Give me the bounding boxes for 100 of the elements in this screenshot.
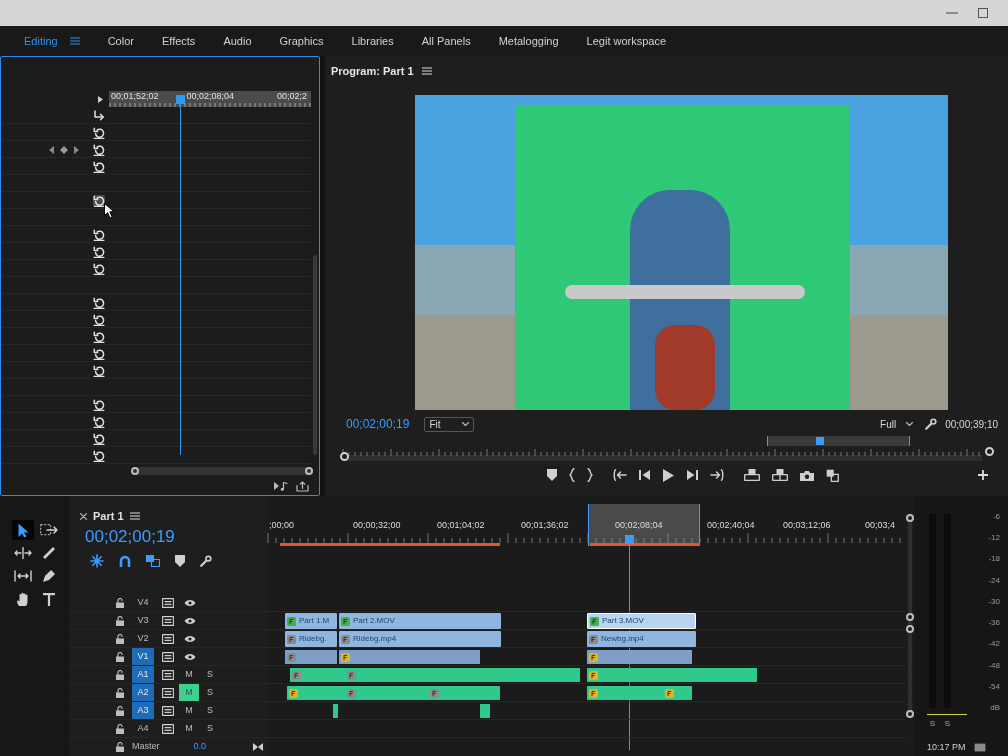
- track-toggle-icon[interactable]: [162, 687, 174, 698]
- scroll-handle[interactable]: [305, 467, 313, 475]
- audio-clip[interactable]: [287, 686, 345, 700]
- reset-icon[interactable]: [93, 262, 105, 275]
- solo-button[interactable]: S: [207, 703, 213, 718]
- track-toggle-icon[interactable]: [162, 723, 174, 734]
- workspace-tab[interactable]: Audio: [223, 32, 252, 50]
- go-to-out-icon[interactable]: [710, 469, 724, 481]
- video-clip[interactable]: [587, 650, 692, 664]
- compare-view-icon[interactable]: [826, 468, 839, 482]
- track-name[interactable]: V1: [132, 648, 154, 665]
- lock-icon[interactable]: [116, 687, 124, 698]
- step-forward-icon[interactable]: [686, 470, 698, 480]
- reset-icon[interactable]: [93, 347, 105, 360]
- workspace-tab[interactable]: Libraries: [351, 32, 394, 50]
- next-keyframe-icon[interactable]: [74, 145, 79, 154]
- reset-icon[interactable]: [93, 415, 105, 428]
- mark-in-icon[interactable]: [569, 468, 575, 482]
- solo-button[interactable]: S: [207, 685, 213, 700]
- track-name[interactable]: A3: [132, 702, 154, 719]
- reset-icon[interactable]: [93, 194, 105, 207]
- eye-icon[interactable]: [184, 652, 196, 661]
- reset-icon[interactable]: [93, 432, 105, 445]
- track-toggle-icon[interactable]: [162, 651, 174, 662]
- lift-icon[interactable]: [744, 469, 760, 481]
- lock-icon[interactable]: [116, 723, 124, 734]
- reset-icon[interactable]: [93, 245, 105, 258]
- lock-icon[interactable]: [116, 705, 124, 716]
- linked-selection-icon[interactable]: [146, 555, 160, 567]
- wrench-icon[interactable]: [200, 555, 212, 567]
- reset-icon[interactable]: [93, 160, 105, 173]
- audio-clip[interactable]: [587, 686, 663, 700]
- track-toggle-icon[interactable]: [162, 669, 174, 680]
- resolution-dropdown[interactable]: Full: [880, 416, 914, 432]
- audio-clip[interactable]: [587, 668, 757, 682]
- video-clip[interactable]: Ridebg.: [285, 631, 337, 647]
- lock-icon[interactable]: [116, 669, 124, 680]
- mute-button[interactable]: M: [179, 666, 199, 683]
- track-toggle-icon[interactable]: [162, 633, 174, 644]
- add-marker-icon[interactable]: [547, 469, 557, 481]
- lock-icon[interactable]: [116, 597, 124, 608]
- ruler-handle[interactable]: [340, 452, 349, 461]
- in-out-range[interactable]: [588, 504, 700, 546]
- play-icon[interactable]: [663, 468, 674, 482]
- workspace-tab[interactable]: Effects: [161, 32, 196, 50]
- reset-icon[interactable]: [93, 364, 105, 377]
- tool-button[interactable]: [12, 520, 34, 540]
- reset-icon[interactable]: [93, 126, 105, 139]
- zoom-scrollbar-thumb[interactable]: [816, 437, 824, 445]
- expand-triangle-icon[interactable]: [98, 95, 103, 103]
- workspace-tab[interactable]: Metalogging: [498, 32, 559, 50]
- mark-out-icon[interactable]: [587, 468, 593, 482]
- lock-icon[interactable]: [116, 742, 124, 752]
- track-toggle-icon[interactable]: [162, 615, 174, 626]
- return-arrow-icon[interactable]: [93, 110, 105, 121]
- reset-icon[interactable]: [93, 313, 105, 326]
- mute-button[interactable]: M: [179, 684, 199, 701]
- workspace-tab[interactable]: All Panels: [421, 32, 471, 50]
- reset-icon[interactable]: [93, 296, 105, 309]
- eye-icon[interactable]: [184, 598, 196, 607]
- add-marker-icon[interactable]: [175, 555, 185, 567]
- export-icon[interactable]: [296, 480, 309, 492]
- reset-icon[interactable]: [93, 143, 105, 156]
- notification-icon[interactable]: [973, 742, 986, 752]
- scroll-handle[interactable]: [131, 467, 139, 475]
- mute-button[interactable]: M: [179, 702, 199, 719]
- audio-clip[interactable]: [480, 704, 490, 718]
- wrench-icon[interactable]: [925, 418, 938, 430]
- track-toggle-icon[interactable]: [162, 705, 174, 716]
- go-to-in-icon[interactable]: [613, 469, 627, 481]
- solo-button[interactable]: S: [207, 667, 213, 682]
- solo-button[interactable]: S: [929, 719, 936, 729]
- maximize-icon[interactable]: [978, 8, 988, 18]
- track-name[interactable]: V3: [132, 612, 154, 629]
- video-clip[interactable]: Ridebg.mp4: [339, 631, 501, 647]
- video-clip[interactable]: Newbg.mp4: [587, 631, 696, 647]
- mute-button[interactable]: M: [179, 720, 199, 737]
- camera-icon[interactable]: [800, 469, 814, 481]
- plus-icon[interactable]: [978, 470, 988, 480]
- magnet-icon[interactable]: [119, 555, 131, 567]
- extract-icon[interactable]: [772, 469, 788, 481]
- keyframe-diamond-icon[interactable]: [60, 145, 68, 154]
- video-clip[interactable]: Part 2.MOV: [339, 613, 501, 629]
- solo-button[interactable]: S: [944, 719, 951, 729]
- master-volume-value[interactable]: 0.0: [193, 740, 207, 754]
- audio-clip[interactable]: [333, 704, 338, 718]
- workspace-tab[interactable]: Legit workspace: [586, 32, 667, 50]
- bowtie-icon[interactable]: [253, 743, 263, 751]
- track-name[interactable]: V4: [132, 594, 154, 611]
- reset-icon[interactable]: [93, 449, 105, 462]
- lock-icon[interactable]: [116, 633, 124, 644]
- nest-sequence-icon[interactable]: [90, 554, 104, 568]
- previous-keyframe-icon[interactable]: [49, 145, 54, 154]
- zoom-scrollbar[interactable]: [767, 436, 910, 446]
- play-audio-icon[interactable]: [274, 481, 288, 491]
- track-toggle-icon[interactable]: [162, 597, 174, 608]
- video-clip[interactable]: Part 1.M: [285, 613, 337, 629]
- track-name[interactable]: A1: [132, 666, 154, 683]
- audio-clip[interactable]: [663, 686, 692, 700]
- audio-clip[interactable]: [345, 668, 580, 682]
